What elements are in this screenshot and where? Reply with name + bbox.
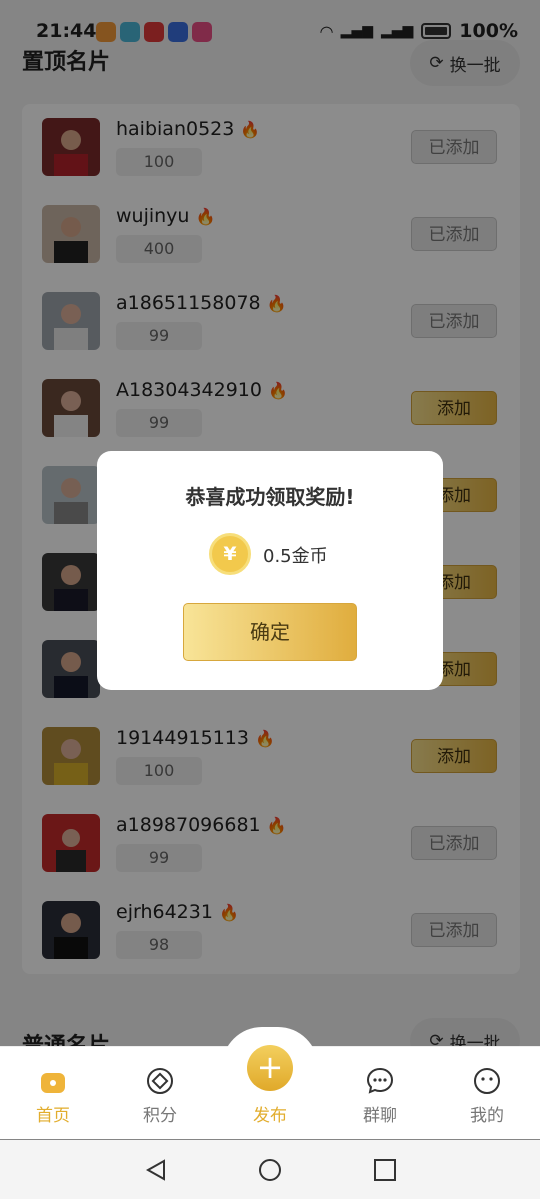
bottom-tab-bar: 首页 积分 发布 + 群聊 我的 — [0, 1027, 540, 1139]
profile-icon — [474, 1068, 500, 1094]
back-icon[interactable] — [144, 1158, 168, 1182]
coin-icon: ¥ — [209, 533, 251, 575]
tab-points[interactable]: 积分 — [120, 1047, 200, 1139]
chat-bubble-icon — [366, 1067, 394, 1094]
reward-dialog: 恭喜成功领取奖励! ¥ 0.5金币 确定 — [97, 451, 443, 690]
tab-group-chat[interactable]: 群聊 — [340, 1047, 420, 1139]
confirm-button[interactable]: 确定 — [183, 603, 357, 661]
tab-label: 积分 — [143, 1106, 177, 1126]
tab-label: 我的 — [470, 1106, 504, 1126]
system-nav-bar — [0, 1140, 540, 1199]
points-icon — [147, 1068, 173, 1094]
tab-label: 发布 — [253, 1106, 287, 1126]
plus-icon[interactable]: + — [247, 1045, 293, 1091]
home-nav-icon[interactable] — [258, 1158, 282, 1182]
tab-home[interactable]: 首页 — [13, 1047, 93, 1139]
dialog-title: 恭喜成功领取奖励! — [185, 485, 355, 509]
tab-profile[interactable]: 我的 — [447, 1047, 527, 1139]
recents-icon[interactable] — [373, 1158, 397, 1182]
tab-label: 群聊 — [363, 1106, 397, 1126]
home-icon — [41, 1073, 65, 1093]
tab-label: 首页 — [36, 1106, 70, 1126]
reward-amount: 0.5金币 — [263, 546, 328, 567]
